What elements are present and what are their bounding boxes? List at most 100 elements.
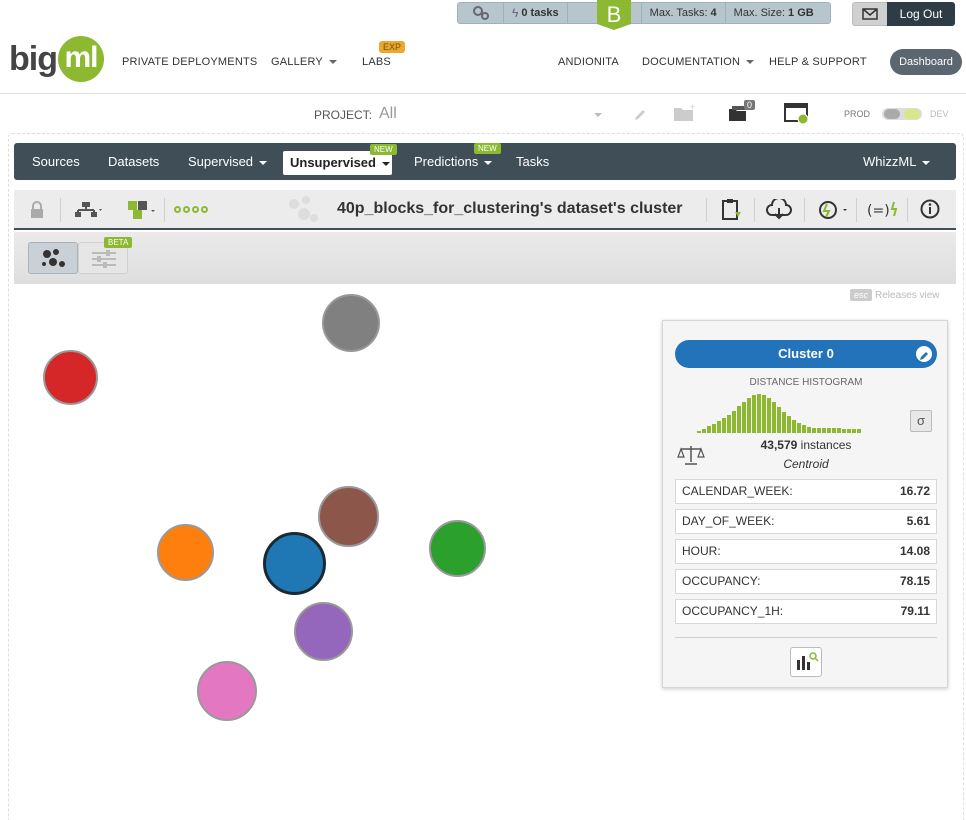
subscription-badge[interactable]: B	[597, 0, 631, 30]
nav-documentation[interactable]: DOCUMENTATION	[642, 56, 755, 68]
histogram-bar	[842, 429, 846, 433]
field-value: 78.15	[899, 574, 930, 588]
task-status-box: ϟ 0 tasks Max. Tasks: 4 Max. Size: 1 GB	[457, 2, 831, 24]
field-row: HOUR: 14.08	[675, 539, 937, 564]
nav-labs[interactable]: LABS	[362, 56, 391, 68]
lock-icon[interactable]	[30, 201, 44, 219]
histogram-bar	[812, 428, 816, 433]
nav-help-support[interactable]: HELP & SUPPORT	[769, 56, 867, 68]
project-chevron-down-icon[interactable]	[594, 113, 602, 117]
toolbar-separator	[754, 198, 755, 222]
model-tree-icon[interactable]	[74, 201, 104, 219]
svg-text:(=): (=)	[867, 203, 890, 219]
cluster-node-orange[interactable]	[157, 524, 214, 581]
menu-datasets[interactable]: Datasets	[108, 154, 159, 169]
toggle-track-on	[904, 109, 920, 119]
menu-supervised[interactable]: Supervised	[188, 154, 268, 169]
cluster-logo-icon	[289, 196, 318, 222]
chevron-down-icon	[484, 160, 493, 165]
nav-gallery[interactable]: GALLERY	[271, 56, 337, 68]
histogram-bar	[732, 411, 736, 433]
max-size-label: Max. Size:	[733, 7, 786, 19]
chevron-down-icon	[328, 60, 337, 65]
dashboard-button[interactable]: Dashboard	[890, 49, 962, 75]
cluster-node-purple[interactable]	[294, 602, 353, 661]
cluster-node-blue[interactable]	[263, 532, 326, 595]
histogram-bar	[827, 428, 831, 433]
histogram-bar	[742, 402, 746, 433]
toolbar-separator	[706, 198, 707, 222]
nav-user[interactable]: ANDIONITA	[558, 56, 619, 68]
centroid-label: Centroid	[783, 457, 829, 471]
esc-key: esc	[850, 289, 873, 301]
menu-sources[interactable]: Sources	[32, 154, 80, 169]
field-name: DAY_OF_WEEK:	[682, 514, 775, 528]
histogram-title: DISTANCE HISTOGRAM	[749, 377, 863, 388]
mail-button[interactable]	[852, 2, 888, 26]
histogram-bar	[807, 427, 811, 433]
menu-predictions[interactable]: Predictions	[414, 154, 493, 169]
prod-dev-toggle[interactable]	[882, 108, 922, 120]
cluster-view-button[interactable]	[28, 242, 78, 274]
status-dot	[183, 206, 190, 213]
menu-supervised-label: Supervised	[188, 154, 254, 169]
clipboard-download-icon[interactable]	[721, 198, 743, 222]
svg-text:+: +	[690, 104, 695, 112]
sigma-button[interactable]: σ	[910, 410, 932, 432]
cluster-node-green[interactable]	[429, 520, 486, 577]
histogram-bar	[777, 407, 781, 433]
cluster-chart-button[interactable]	[790, 647, 822, 677]
field-value: 5.61	[906, 514, 930, 528]
cluster-node-pink[interactable]	[197, 661, 257, 721]
histogram-bar	[737, 406, 741, 433]
project-label: PROJECT:	[314, 108, 373, 122]
histogram-bar	[707, 426, 711, 433]
cloud-download-icon[interactable]	[766, 199, 792, 221]
field-name: HOUR:	[682, 544, 721, 558]
field-name: OCCUPANCY_1H:	[682, 604, 784, 618]
project-count-badge: 0	[744, 100, 756, 110]
histogram-bar	[792, 420, 796, 433]
project-settings-icon[interactable]	[784, 103, 810, 125]
esc-hint-text: Releases view	[875, 290, 940, 301]
cluster-title: Cluster 0	[778, 346, 834, 361]
max-tasks-segment: Max. Tasks: 4	[642, 3, 726, 23]
view-switcher-bar	[14, 232, 956, 284]
bigml-logo[interactable]: big ml	[9, 36, 104, 82]
top-status-bar: ϟ 0 tasks Max. Tasks: 4 Max. Size: 1 GB …	[0, 0, 966, 30]
dataset-numbers-icon[interactable]	[127, 200, 159, 220]
logout-button[interactable]: Log Out	[887, 2, 955, 26]
histogram-bar	[832, 428, 836, 433]
chevron-down-icon	[381, 161, 390, 166]
pencil-icon[interactable]	[633, 108, 647, 122]
field-name: OCCUPANCY:	[682, 574, 761, 588]
histogram-bar	[772, 402, 776, 433]
info-icon[interactable]	[920, 199, 940, 219]
histogram-bar	[802, 425, 806, 433]
menu-tasks[interactable]: Tasks	[516, 154, 549, 169]
batch-actions-icon[interactable]	[817, 199, 851, 221]
chevron-down-icon	[922, 160, 931, 165]
histogram-bar	[752, 395, 756, 433]
formula-actions-icon[interactable]: (=)	[866, 199, 902, 221]
cluster-node-red[interactable]	[43, 350, 98, 405]
histogram-bar	[697, 431, 701, 433]
esc-hint: esc Releases view	[850, 289, 940, 301]
settings-segment[interactable]	[458, 3, 504, 23]
nav-private-deployments[interactable]: PRIVATE DEPLOYMENTS	[122, 56, 257, 68]
cluster-node-gray[interactable]	[322, 294, 380, 352]
histogram-bar	[712, 424, 716, 433]
toolbar-separator	[804, 198, 805, 222]
cluster-node-brown[interactable]	[318, 486, 379, 547]
histogram-bar	[702, 429, 706, 433]
tasks-segment[interactable]: ϟ 0 tasks	[504, 3, 568, 23]
menu-whizzml[interactable]: WhizzML	[863, 154, 931, 169]
project-selector[interactable]: All	[379, 105, 397, 123]
instances-number: 43,579	[760, 438, 798, 452]
status-dot	[201, 206, 208, 213]
edit-icon[interactable]	[916, 346, 932, 362]
nav-documentation-label: DOCUMENTATION	[642, 56, 741, 68]
logo-circle: ml	[57, 36, 104, 82]
new-folder-icon[interactable]: +	[673, 104, 697, 122]
predictions-new-badge: NEW	[474, 143, 501, 154]
